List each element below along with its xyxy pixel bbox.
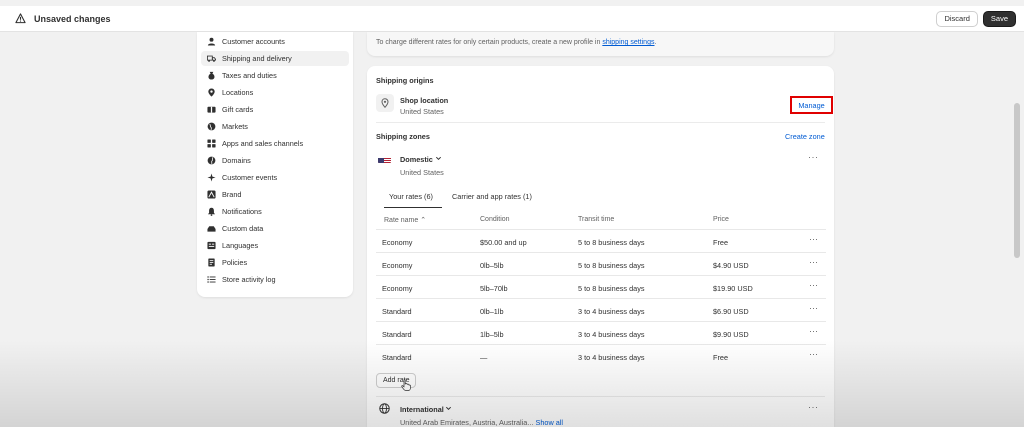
- settings-sidebar: Customer accounts Shipping and delivery …: [197, 32, 353, 297]
- sidebar-item-policies[interactable]: Policies: [201, 255, 349, 270]
- row-actions-icon[interactable]: ···: [809, 235, 818, 244]
- sidebar-item-store-activity-log[interactable]: Store activity log: [201, 272, 349, 287]
- sidebar-item-label: Apps and sales channels: [222, 139, 304, 148]
- sidebar-item-domains[interactable]: Domains: [201, 153, 349, 168]
- sparkle-icon: [207, 173, 216, 182]
- sidebar-item-label: Brand: [222, 190, 242, 199]
- globe-icon: [207, 122, 216, 131]
- sidebar-item-label: Shipping and delivery: [222, 54, 292, 63]
- chevron-down-icon[interactable]: [435, 155, 442, 164]
- warning-icon: [14, 13, 26, 25]
- sidebar-item-label: Markets: [222, 122, 248, 131]
- tab-carrier-and-app-rates[interactable]: Carrier and app rates (1): [452, 192, 532, 201]
- sidebar-item-brand[interactable]: Brand: [201, 187, 349, 202]
- shop-location-name: Shop location: [400, 96, 449, 105]
- domestic-zone-name[interactable]: Domestic: [400, 155, 433, 164]
- column-condition: Condition: [480, 216, 510, 223]
- domestic-zone-country: United States: [400, 168, 444, 177]
- table-row[interactable]: Economy $50.00 and up 5 to 8 business da…: [376, 230, 826, 253]
- shipping-zones-title: Shipping zones: [376, 132, 430, 141]
- row-actions-icon[interactable]: ···: [809, 327, 818, 336]
- sidebar-item-apps-and-sales-channels[interactable]: Apps and sales channels: [201, 136, 349, 151]
- person-icon: [207, 37, 216, 46]
- table-row[interactable]: Economy 0lb–5lb 5 to 8 business days $4.…: [376, 253, 826, 276]
- sort-icon[interactable]: ⌃: [420, 217, 426, 224]
- unsaved-changes-bar: Unsaved changes Discard Save: [0, 6, 1024, 32]
- tab-your-rates[interactable]: Your rates (6): [389, 192, 433, 201]
- shipping-card: Shipping origins Shop location United St…: [367, 66, 834, 427]
- sidebar-item-label: Taxes and duties: [222, 71, 277, 80]
- shipping-settings-link[interactable]: shipping settings: [602, 39, 654, 46]
- sidebar-item-taxes-and-duties[interactable]: Taxes and duties: [201, 68, 349, 83]
- rates-table-header: Rate name ⌃ Condition Transit time Price: [376, 208, 826, 230]
- column-price: Price: [713, 216, 729, 223]
- international-zone-countries: United Arab Emirates, Austria, Australia…: [400, 418, 564, 427]
- sidebar-item-languages[interactable]: Languages: [201, 238, 349, 253]
- more-actions-icon[interactable]: ···: [808, 153, 819, 162]
- language-icon: [207, 241, 216, 250]
- sidebar-item-label: Store activity log: [222, 275, 276, 284]
- discard-button[interactable]: Discard: [936, 10, 978, 27]
- sidebar-item-shipping-and-delivery[interactable]: Shipping and delivery: [201, 51, 349, 66]
- manage-location-button[interactable]: Manage: [790, 96, 833, 114]
- hand-cursor-icon: [401, 378, 411, 391]
- table-row[interactable]: Standard — 3 to 4 business days Free ···: [376, 345, 826, 368]
- show-all-link[interactable]: Show all: [535, 418, 563, 427]
- sidebar-item-label: Notifications: [222, 207, 262, 216]
- profile-note-card: To charge different rates for only certa…: [367, 32, 834, 56]
- apps-icon: [207, 139, 216, 148]
- chevron-down-icon[interactable]: [445, 405, 452, 414]
- truck-icon: [207, 54, 216, 63]
- sidebar-item-label: Languages: [222, 241, 259, 250]
- save-button[interactable]: Save: [982, 10, 1016, 27]
- sidebar-item-label: Policies: [222, 258, 248, 267]
- profile-note-text: To charge different rates for only certa…: [376, 39, 657, 46]
- bell-icon: [207, 207, 216, 216]
- row-actions-icon[interactable]: ···: [809, 350, 818, 359]
- brand-icon: [207, 190, 216, 199]
- sidebar-item-custom-data[interactable]: Custom data: [201, 221, 349, 236]
- document-icon: [207, 258, 216, 267]
- unsaved-changes-title: Unsaved changes: [34, 13, 111, 24]
- table-row[interactable]: Standard 0lb–1lb 3 to 4 business days $6…: [376, 299, 826, 322]
- shop-location-country: United States: [400, 107, 444, 116]
- sidebar-item-markets[interactable]: Markets: [201, 119, 349, 134]
- column-rate-name[interactable]: Rate name ⌃: [384, 216, 426, 224]
- globe-icon: [207, 156, 216, 165]
- sidebar-item-locations[interactable]: Locations: [201, 85, 349, 100]
- database-icon: [207, 224, 216, 233]
- sidebar-item-label: Custom data: [222, 224, 264, 233]
- location-icon: [376, 94, 394, 112]
- sidebar-item-label: Customer events: [222, 173, 278, 182]
- sidebar-item-notifications[interactable]: Notifications: [201, 204, 349, 219]
- sidebar-item-customer-accounts[interactable]: Customer accounts: [201, 34, 349, 49]
- location-pin-icon: [207, 88, 216, 97]
- row-actions-icon[interactable]: ···: [809, 304, 818, 313]
- scrollbar-thumb[interactable]: [1014, 103, 1020, 258]
- list-icon: [207, 275, 216, 284]
- shipping-origins-title: Shipping origins: [376, 76, 434, 85]
- row-actions-icon[interactable]: ···: [809, 281, 818, 290]
- app-frame: Unsaved changes Discard Save Customer ac…: [0, 0, 1024, 427]
- row-actions-icon[interactable]: ···: [809, 258, 818, 267]
- international-zone-name[interactable]: International: [400, 405, 444, 414]
- table-row[interactable]: Economy 5lb–70lb 5 to 8 business days $1…: [376, 276, 826, 299]
- create-zone-button[interactable]: Create zone: [785, 132, 825, 141]
- money-bag-icon: [207, 71, 216, 80]
- gift-card-icon: [207, 105, 216, 114]
- sidebar-item-label: Gift cards: [222, 105, 254, 114]
- table-row[interactable]: Standard 1lb–5lb 3 to 4 business days $9…: [376, 322, 826, 345]
- more-actions-icon[interactable]: ···: [808, 403, 819, 412]
- sidebar-item-label: Customer accounts: [222, 37, 285, 46]
- sidebar-item-label: Locations: [222, 88, 254, 97]
- column-transit-time: Transit time: [578, 216, 615, 223]
- sidebar-item-customer-events[interactable]: Customer events: [201, 170, 349, 185]
- us-flag-icon: [378, 154, 391, 163]
- globe-icon: [379, 403, 390, 416]
- sidebar-item-gift-cards[interactable]: Gift cards: [201, 102, 349, 117]
- sidebar-item-label: Domains: [222, 156, 251, 165]
